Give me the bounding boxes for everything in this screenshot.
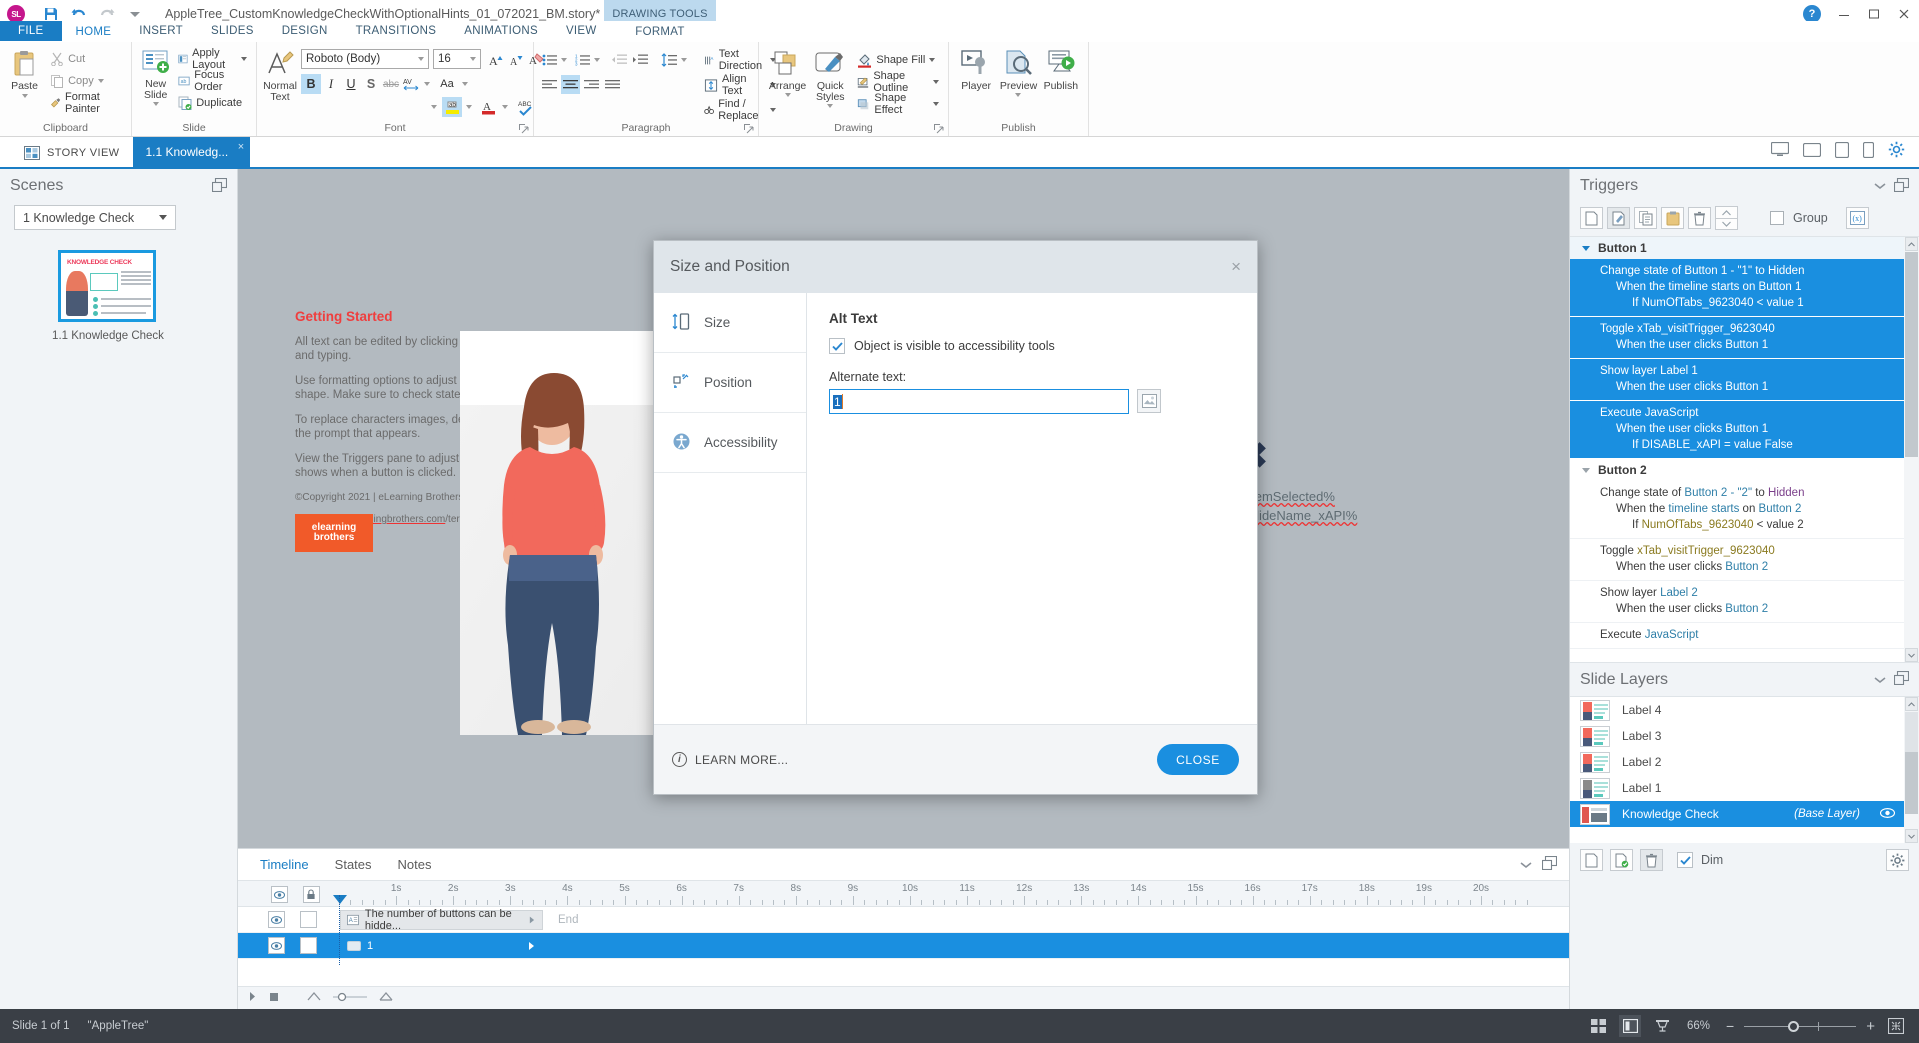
image-picker-icon[interactable] <box>1137 389 1161 413</box>
dialog-close-button[interactable]: CLOSE <box>1157 744 1239 775</box>
info-icon: i <box>672 752 687 767</box>
status-bar: Slide 1 of 1 "AppleTree" 66% − + <box>0 1009 1919 1043</box>
presenter-view-icon[interactable] <box>1651 1015 1673 1037</box>
dialog-title: Size and Position <box>670 258 790 276</box>
zoom-slider[interactable] <box>1744 1026 1856 1027</box>
alternate-text-label: Alternate text: <box>829 370 1235 384</box>
dialog-nav: Size Position Accessibility <box>654 293 807 724</box>
fit-to-window-icon[interactable] <box>1885 1015 1907 1037</box>
slide-view-icon[interactable] <box>1619 1015 1641 1037</box>
alt-text-heading: Alt Text <box>829 311 1235 326</box>
accessibility-icon <box>672 432 691 454</box>
dialog-nav-accessibility[interactable]: Accessibility <box>654 413 806 473</box>
size-icon <box>672 312 691 334</box>
storyline-app-window: SL AppleTree_CustomKnowledgeCheckWithOpt… <box>0 0 1919 1043</box>
dialog-pane-accessibility: Alt Text Object is visible to accessibil… <box>807 293 1257 724</box>
dialog-nav-size[interactable]: Size <box>654 293 806 353</box>
dialog-titlebar: Size and Position × <box>654 241 1257 293</box>
slide-count-label: Slide 1 of 1 <box>12 1020 70 1032</box>
zoom-in-button[interactable]: + <box>1866 1018 1875 1035</box>
alternate-text-input[interactable]: 1 <box>829 389 1129 414</box>
dialog-overlay: Size and Position × Size Posit <box>0 0 1919 1043</box>
dialog-nav-position[interactable]: Position <box>654 353 806 413</box>
learn-more-link[interactable]: i LEARN MORE... <box>672 752 788 767</box>
position-icon <box>672 372 691 394</box>
visible-to-accessibility-row[interactable]: Object is visible to accessibility tools <box>829 338 1235 354</box>
size-and-position-dialog[interactable]: Size and Position × Size Posit <box>653 240 1258 795</box>
dialog-nav-size-label: Size <box>704 315 730 330</box>
alternate-text-value: 1 <box>833 395 842 409</box>
project-name-label: "AppleTree" <box>88 1020 149 1032</box>
dialog-nav-accessibility-label: Accessibility <box>704 435 778 450</box>
zoom-out-button[interactable]: − <box>1726 1018 1734 1034</box>
dialog-close-icon[interactable]: × <box>1231 257 1241 277</box>
story-view-icon[interactable] <box>1587 1015 1609 1037</box>
visible-to-accessibility-label: Object is visible to accessibility tools <box>854 339 1055 353</box>
dialog-nav-position-label: Position <box>704 375 752 390</box>
dialog-footer: i LEARN MORE... CLOSE <box>654 724 1257 794</box>
visible-to-accessibility-checkbox[interactable] <box>829 338 845 354</box>
zoom-level-label: 66% <box>1687 1020 1710 1032</box>
zoom-slider-handle[interactable] <box>1788 1021 1799 1032</box>
learn-more-label: LEARN MORE... <box>695 753 788 767</box>
